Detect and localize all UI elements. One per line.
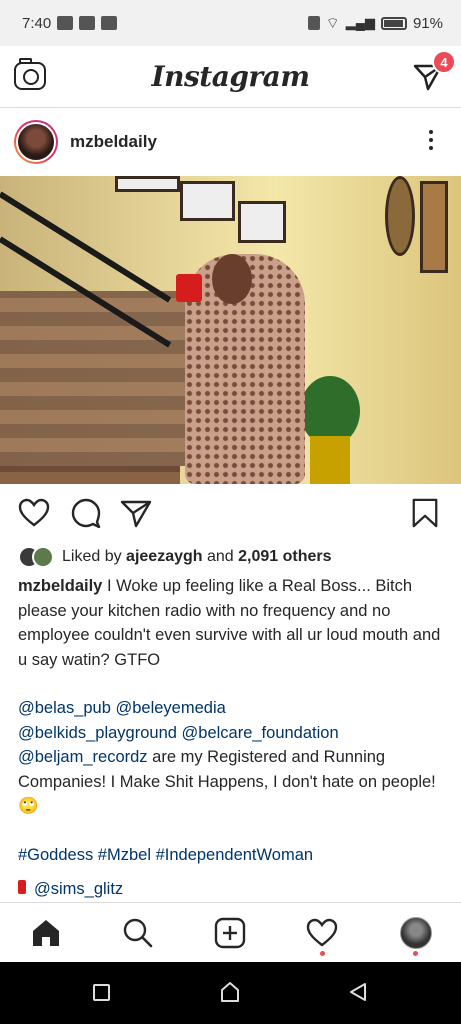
caption-hashtags[interactable]: #Goddess #Mzbel #IndependentWoman <box>18 846 313 864</box>
app-header: Instagram <box>0 46 461 108</box>
activity-notification-icon <box>79 16 96 30</box>
battery-percent: 91% <box>412 14 443 32</box>
status-time: 7:40 <box>22 14 52 32</box>
caption-mentions-2[interactable]: @belkids_playground @belcare_foundation <box>18 724 339 742</box>
status-bar: 7:40 ⌔ ▂▄▆ 91% <box>0 0 461 46</box>
activity-heart-icon[interactable] <box>306 917 338 949</box>
lipstick-icon <box>18 880 26 894</box>
activity-notification-dot <box>320 951 325 956</box>
vibrate-icon <box>307 16 320 30</box>
liked-by-middle: and <box>202 548 239 565</box>
caption-username[interactable]: mzbeldaily <box>18 577 102 595</box>
home-icon[interactable] <box>30 917 62 949</box>
post-caption: mzbeldaily I Woke up feeling like a Real… <box>18 574 448 891</box>
post-image[interactable] <box>0 176 461 484</box>
caption-cut-line: @sims_glitz <box>18 880 123 900</box>
camera-icon[interactable] <box>14 58 46 90</box>
profile-notification-dot <box>413 951 418 956</box>
post-actions <box>0 484 461 540</box>
post-username[interactable]: mzbeldaily <box>70 132 157 152</box>
system-navigation-bar <box>0 962 461 1024</box>
more-options-icon[interactable] <box>429 130 433 154</box>
bookmark-icon[interactable] <box>410 498 440 528</box>
add-post-icon[interactable] <box>214 917 246 949</box>
share-icon[interactable] <box>120 498 152 528</box>
search-icon[interactable] <box>122 917 154 949</box>
bottom-tab-bar <box>0 902 461 962</box>
app-notification-icon <box>101 16 118 30</box>
caption-cut-mention[interactable]: @sims_glitz <box>34 880 123 898</box>
caption-mentions-1[interactable]: @belas_pub @beleyemedia <box>18 699 226 717</box>
likes-count[interactable]: 2,091 others <box>238 548 331 565</box>
comment-icon[interactable] <box>70 498 102 528</box>
liked-by-prefix: Liked by <box>62 548 127 565</box>
post-header: mzbeldaily <box>0 108 461 176</box>
instagram-logo: Instagram <box>151 60 310 93</box>
profile-avatar-icon[interactable] <box>400 917 432 949</box>
dm-badge: 4 <box>432 50 456 74</box>
avatar[interactable] <box>14 120 58 164</box>
back-button[interactable] <box>348 982 368 1002</box>
liked-by-user[interactable]: ajeezaygh <box>126 548 202 565</box>
signal-icon: ▂▄▆ <box>345 15 375 30</box>
liked-by[interactable]: Liked by ajeezaygh and 2,091 others <box>18 540 332 574</box>
twitter-notification-icon <box>57 16 74 30</box>
wifi-icon: ⌔ <box>325 14 340 32</box>
battery-icon <box>380 16 407 30</box>
caption-mentions-3[interactable]: @beljam_recordz <box>18 748 148 766</box>
recents-button[interactable] <box>93 984 110 1001</box>
heart-icon[interactable] <box>18 498 50 528</box>
liker-avatar <box>32 546 54 568</box>
home-button[interactable] <box>220 981 240 1003</box>
